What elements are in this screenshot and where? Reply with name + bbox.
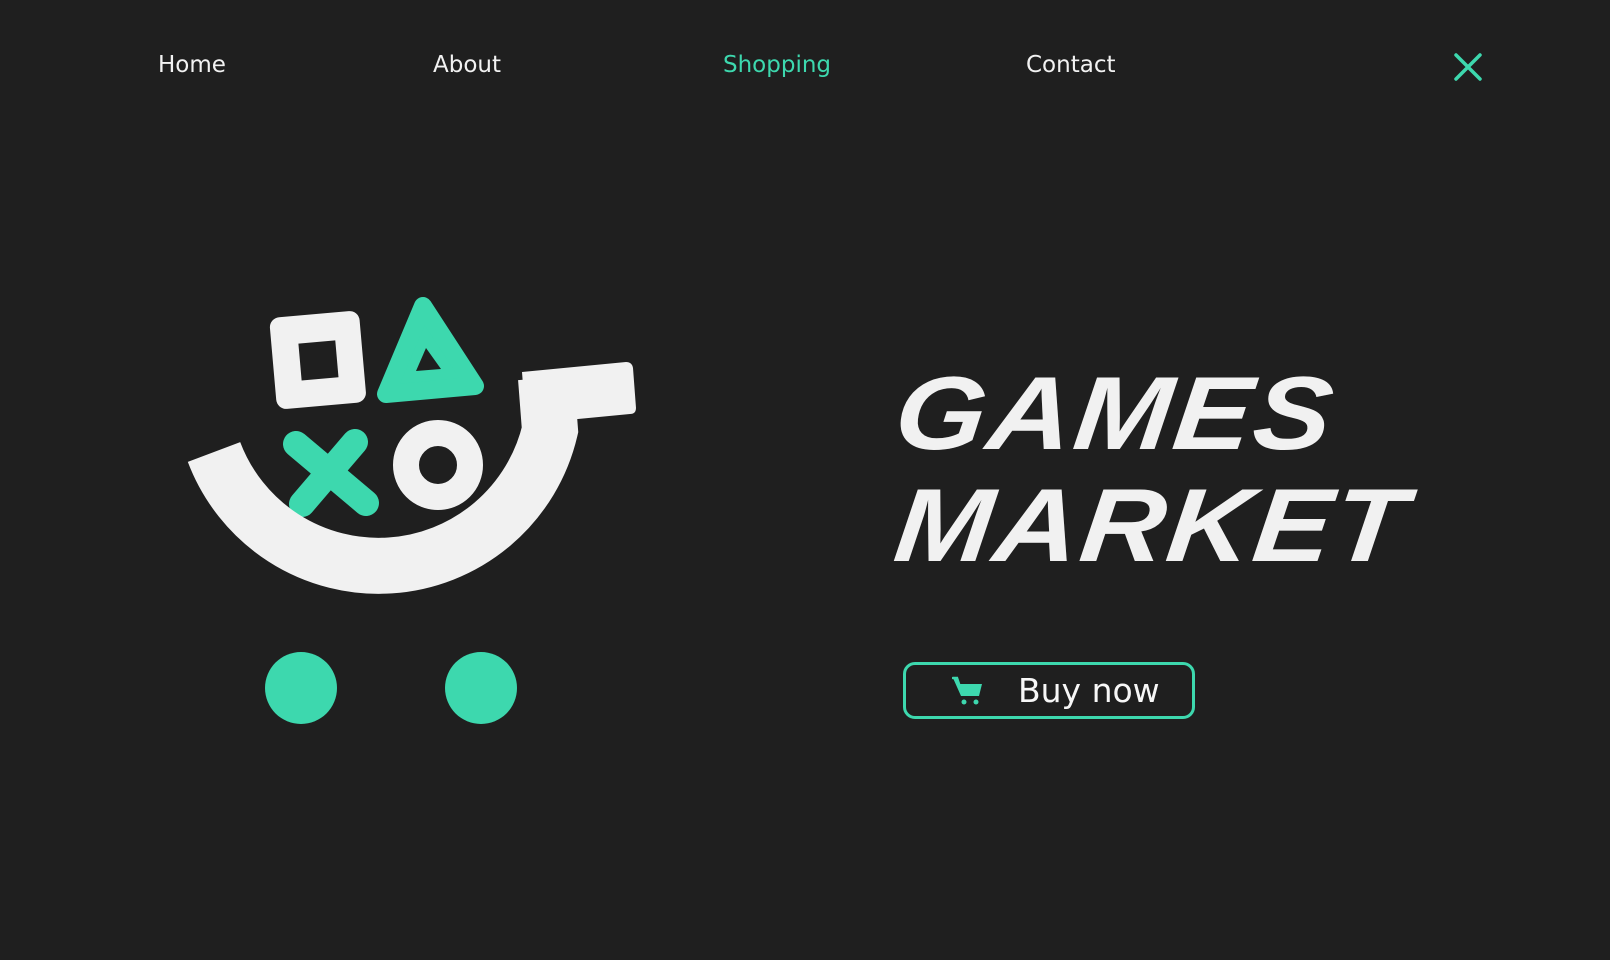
cross-symbol-icon — [283, 429, 379, 517]
hero-title-line1: GAMES — [889, 356, 1342, 472]
triangle-symbol-icon — [377, 297, 484, 403]
close-icon[interactable] — [1454, 53, 1482, 81]
cart-icon — [952, 676, 982, 704]
nav-shopping[interactable]: Shopping — [723, 52, 831, 78]
buy-now-label: Buy now — [1018, 671, 1160, 710]
hero-title-line2: MARKET — [889, 468, 1415, 584]
cart-wheel-left — [265, 652, 337, 724]
game-cart-logo — [187, 297, 636, 724]
cart-wheel-right — [445, 652, 517, 724]
square-symbol-icon — [269, 311, 366, 409]
circle-symbol-icon — [393, 420, 483, 510]
buy-now-button[interactable]: Buy now — [903, 662, 1195, 719]
nav-contact[interactable]: Contact — [1026, 52, 1115, 78]
